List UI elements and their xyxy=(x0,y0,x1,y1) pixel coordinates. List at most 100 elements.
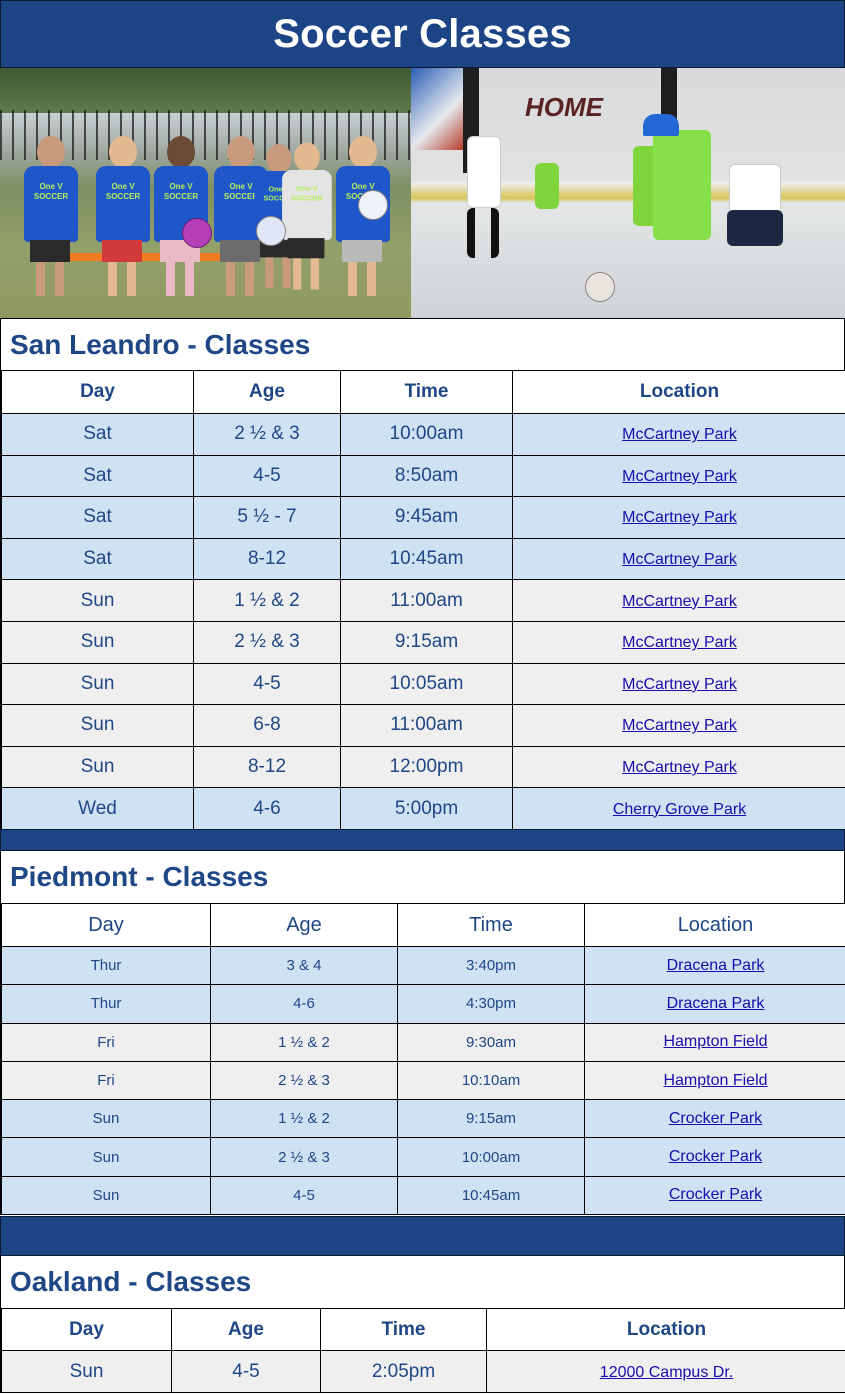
cell-day: Sat xyxy=(1,413,194,456)
location-link[interactable]: McCartney Park xyxy=(622,634,737,651)
cell-location: 12000 Campus Dr. xyxy=(486,1350,845,1393)
cell-location: McCartney Park xyxy=(512,745,845,789)
cell-time: 4:30pm xyxy=(397,984,585,1024)
cell-time: 2:05pm xyxy=(320,1350,487,1393)
column-header-location: Location xyxy=(486,1308,845,1351)
cell-time: 11:00am xyxy=(340,579,513,622)
table-row: Fri 2 ½ & 3 10:10am Hampton Field xyxy=(1,1060,845,1101)
location-link[interactable]: Dracena Park xyxy=(667,995,765,1012)
column-header-age: Age xyxy=(171,1308,321,1351)
cell-age: 4-5 xyxy=(193,662,341,706)
cell-day: Sun xyxy=(1,1099,211,1139)
location-link[interactable]: McCartney Park xyxy=(622,509,737,526)
cell-age: 2 ½ & 3 xyxy=(210,1060,398,1101)
cell-location: Dracena Park xyxy=(584,984,845,1024)
player-figure xyxy=(727,210,783,246)
location-link[interactable]: McCartney Park xyxy=(622,551,737,568)
cell-time: 12:00pm xyxy=(340,745,513,789)
cell-day: Sat xyxy=(1,537,194,581)
location-link[interactable]: Hampton Field xyxy=(663,1033,767,1050)
column-header-time: Time xyxy=(397,903,585,947)
cell-day: Sun xyxy=(1,1137,211,1177)
column-header-age: Age xyxy=(193,370,341,414)
table-header-row: Day Age Time Location xyxy=(1,1308,845,1351)
player-figure xyxy=(535,163,559,209)
cell-day: Sun xyxy=(1,1175,211,1216)
player-figure xyxy=(643,114,679,136)
table-row: Thur 3 & 4 3:40pm Dracena Park xyxy=(1,945,845,986)
column-header-day: Day xyxy=(1,903,211,947)
cell-time: 9:30am xyxy=(397,1022,585,1062)
cell-time: 9:15am xyxy=(397,1099,585,1139)
table-row: Sun 4-5 10:45am Crocker Park xyxy=(1,1175,845,1216)
photo-strip: HOME xyxy=(0,68,845,318)
column-header-location: Location xyxy=(584,903,845,947)
location-link[interactable]: Dracena Park xyxy=(667,957,765,974)
location-link[interactable]: McCartney Park xyxy=(622,593,737,610)
cell-time: 11:00am xyxy=(340,704,513,747)
cell-day: Sat xyxy=(1,454,194,498)
kid-figure xyxy=(22,136,78,296)
cell-time: 3:40pm xyxy=(397,945,585,986)
location-link[interactable]: McCartney Park xyxy=(622,426,737,443)
cell-location: McCartney Park xyxy=(512,704,845,747)
location-link[interactable]: McCartney Park xyxy=(622,468,737,485)
ball-graphic xyxy=(256,216,286,246)
table-body: Thur 3 & 4 3:40pm Dracena Park Thur 4-6 4:30pm… xyxy=(1,945,845,1216)
cell-day: Sun xyxy=(1,704,194,747)
cell-day: Wed xyxy=(1,787,194,830)
column-header-time: Time xyxy=(340,370,513,414)
location-link[interactable]: Crocker Park xyxy=(669,1110,762,1127)
location-link[interactable]: 12000 Campus Dr. xyxy=(600,1364,733,1381)
cell-age: 3 & 4 xyxy=(210,945,398,986)
column-header-age: Age xyxy=(210,903,398,947)
cell-day: Sun xyxy=(1,1350,172,1393)
cell-age: 5 ½ - 7 xyxy=(193,496,341,539)
cell-day: Sun xyxy=(1,579,194,622)
piedmont-table: Day Age Time Location Thur 3 & 4 3:40pm Dra… xyxy=(1,903,845,1216)
page-title: Soccer Classes xyxy=(273,11,572,56)
oakland-table: Day Age Time Location Sun 4-5 2:05pm 12000 … xyxy=(1,1308,845,1393)
table-row: Sat 2 ½ & 3 10:00am McCartney Park xyxy=(1,413,845,456)
cell-time: 5:00pm xyxy=(340,787,513,830)
cell-day: Sun xyxy=(1,745,194,789)
section-title: Piedmont - Classes xyxy=(10,861,269,892)
table-row: Sun 6-8 11:00am McCartney Park xyxy=(1,704,845,747)
section-title: San Leandro - Classes xyxy=(1,318,844,370)
table-body: Sat 2 ½ & 3 10:00am McCartney Park Sat 4-5 8:5… xyxy=(1,413,845,830)
ball-graphic xyxy=(585,272,615,302)
cell-location: Crocker Park xyxy=(584,1175,845,1216)
location-link[interactable]: McCartney Park xyxy=(622,676,737,693)
cell-day: Sun xyxy=(1,620,194,664)
table-row: Wed 4-6 5:00pm Cherry Grove Park xyxy=(1,787,845,830)
location-link[interactable]: Cherry Grove Park xyxy=(613,801,746,818)
cell-age: 2 ½ & 3 xyxy=(193,413,341,456)
kid-figure xyxy=(94,136,150,296)
ball-graphic xyxy=(358,190,388,220)
cell-age: 4-5 xyxy=(193,454,341,498)
location-link[interactable]: McCartney Park xyxy=(622,717,737,734)
cell-time: 10:00am xyxy=(397,1137,585,1177)
cell-age: 8-12 xyxy=(193,537,341,581)
table-row: Sat 4-5 8:50am McCartney Park xyxy=(1,454,845,498)
table-header-row: Day Age Time Location xyxy=(1,370,845,414)
location-link[interactable]: Hampton Field xyxy=(663,1072,767,1089)
san-leandro-section: San Leandro - Classes Day Age Time Locat… xyxy=(0,318,845,830)
cell-location: Crocker Park xyxy=(584,1137,845,1177)
cell-age: 4-5 xyxy=(171,1350,321,1393)
cell-location: McCartney Park xyxy=(512,579,845,622)
location-link[interactable]: Crocker Park xyxy=(669,1148,762,1165)
cell-time: 10:00am xyxy=(340,413,513,456)
home-sign: HOME xyxy=(525,92,603,122)
table-row: Sat 5 ½ - 7 9:45am McCartney Park xyxy=(1,496,845,539)
table-row: Sun 1 ½ & 2 11:00am McCartney Park xyxy=(1,579,845,622)
column-header-location: Location xyxy=(512,370,845,414)
cell-location: McCartney Park xyxy=(512,620,845,664)
table-row: Sun 4-5 2:05pm 12000 Campus Dr. xyxy=(1,1350,845,1393)
cell-time: 10:45am xyxy=(340,537,513,581)
player-figure xyxy=(467,136,501,208)
cell-age: 1 ½ & 2 xyxy=(193,579,341,622)
location-link[interactable]: Crocker Park xyxy=(669,1186,762,1203)
cell-location: McCartney Park xyxy=(512,496,845,539)
location-link[interactable]: McCartney Park xyxy=(622,759,737,776)
